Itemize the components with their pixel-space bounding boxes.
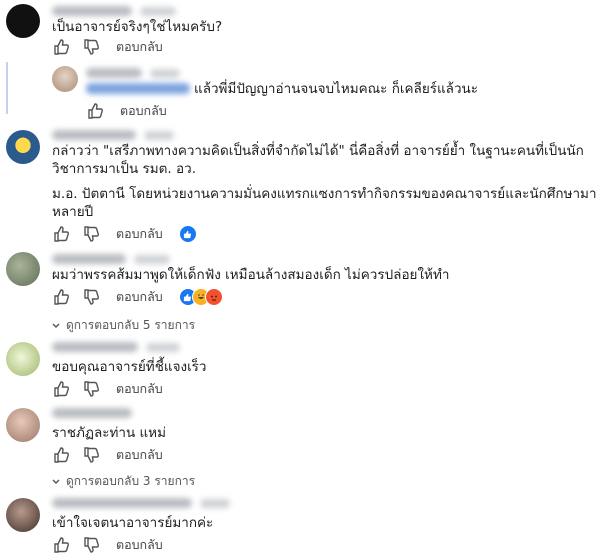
dislike-icon[interactable] bbox=[82, 225, 100, 243]
mention-link-blurred[interactable] bbox=[86, 83, 190, 94]
comment-actions: ตอบกลับ bbox=[52, 223, 197, 245]
avatar[interactable] bbox=[6, 130, 40, 164]
comment-text-line: ม.อ. ปัตตานี โดยหน่วยงานความมั่นคงแทรกแซ… bbox=[52, 186, 597, 202]
reply-button[interactable]: ตอบกลับ bbox=[116, 287, 163, 307]
avatar[interactable] bbox=[52, 66, 78, 92]
view-replies-link[interactable]: ดูการตอบกลับ 5 รายการ bbox=[52, 316, 195, 335]
dislike-icon[interactable] bbox=[82, 536, 100, 554]
timestamp-blurred bbox=[144, 131, 174, 140]
timestamp-blurred bbox=[140, 7, 176, 16]
avatar[interactable] bbox=[6, 4, 40, 38]
comment-text: ผมว่าพรรคส้มมาพูดให้เด็กฟัง เหมือนล้างสม… bbox=[52, 267, 450, 283]
comment-text: ขอบคุณอาจารย์ที่ชี้แจงเร็ว bbox=[52, 359, 207, 375]
reply-button[interactable]: ตอบกลับ bbox=[116, 37, 163, 57]
like-icon[interactable] bbox=[52, 446, 70, 464]
timestamp-blurred bbox=[146, 343, 180, 352]
view-replies-link[interactable]: ดูการตอบกลับ 3 รายการ bbox=[52, 472, 195, 491]
author-name-blurred[interactable] bbox=[52, 130, 136, 140]
chevron-down-icon bbox=[52, 479, 60, 484]
dislike-icon[interactable] bbox=[82, 288, 100, 306]
like-icon[interactable] bbox=[86, 102, 104, 120]
author-name-blurred[interactable] bbox=[86, 68, 142, 78]
author-name-blurred[interactable] bbox=[52, 498, 192, 508]
view-replies-label: ดูการตอบกลับ 5 รายการ bbox=[66, 318, 196, 332]
timestamp-blurred bbox=[150, 69, 180, 78]
comment-text-line: หลายปี bbox=[52, 204, 94, 220]
reply-button[interactable]: ตอบกลับ bbox=[120, 101, 167, 121]
angry-reaction-icon[interactable] bbox=[204, 288, 223, 306]
comment-text: เป็นอาจารย์จริงๆใช่ไหมครับ? bbox=[52, 19, 223, 35]
comment-actions: ตอบกลับ bbox=[52, 534, 179, 556]
reply-button[interactable]: ตอบกลับ bbox=[116, 445, 163, 465]
comment-actions: ตอบกลับ bbox=[52, 286, 223, 308]
reply-button[interactable]: ตอบกลับ bbox=[116, 379, 163, 399]
timestamp-blurred bbox=[134, 255, 170, 264]
chevron-down-icon bbox=[52, 323, 60, 328]
comment-actions: ตอบกลับ bbox=[86, 100, 183, 122]
author-name-blurred[interactable] bbox=[52, 342, 138, 352]
like-icon[interactable] bbox=[52, 380, 70, 398]
comment-text: เข้าใจเจตนาอาจารย์มากค่ะ bbox=[52, 515, 214, 531]
comment-text-line: วิชาการมาเป็น รมต. อว. bbox=[52, 161, 196, 177]
like-icon[interactable] bbox=[52, 38, 70, 56]
reply-button[interactable]: ตอบกลับ bbox=[116, 535, 163, 555]
comment-text: แล้วพี่มีปัญญาอ่านจนจบไหมคณะ ก็เคลียร์แล… bbox=[86, 78, 478, 100]
timestamp-blurred bbox=[200, 499, 230, 508]
comment-actions: ตอบกลับ bbox=[52, 444, 179, 466]
author-name-blurred[interactable] bbox=[52, 6, 132, 16]
like-icon[interactable] bbox=[52, 536, 70, 554]
comment-actions: ตอบกลับ bbox=[52, 378, 179, 400]
author-name-blurred[interactable] bbox=[52, 408, 132, 418]
comment-text-body: แล้วพี่มีปัญญาอ่านจนจบไหมคณะ ก็เคลียร์แล… bbox=[194, 81, 479, 97]
comment-actions: ตอบกลับ bbox=[52, 36, 179, 58]
avatar[interactable] bbox=[6, 342, 40, 376]
like-icon[interactable] bbox=[52, 288, 70, 306]
reply-thread-line bbox=[6, 62, 8, 114]
dislike-icon[interactable] bbox=[82, 446, 100, 464]
comment-text: ราชภัฏละท่าน แหม่ bbox=[52, 425, 166, 441]
avatar[interactable] bbox=[6, 498, 40, 532]
dislike-icon[interactable] bbox=[82, 380, 100, 398]
like-reaction-icon[interactable] bbox=[178, 225, 197, 243]
avatar[interactable] bbox=[6, 252, 40, 286]
author-name-blurred[interactable] bbox=[52, 254, 126, 264]
reply-button[interactable]: ตอบกลับ bbox=[116, 224, 163, 244]
dislike-icon[interactable] bbox=[82, 38, 100, 56]
view-replies-label: ดูการตอบกลับ 3 รายการ bbox=[66, 474, 196, 488]
avatar[interactable] bbox=[6, 408, 40, 442]
like-icon[interactable] bbox=[52, 225, 70, 243]
